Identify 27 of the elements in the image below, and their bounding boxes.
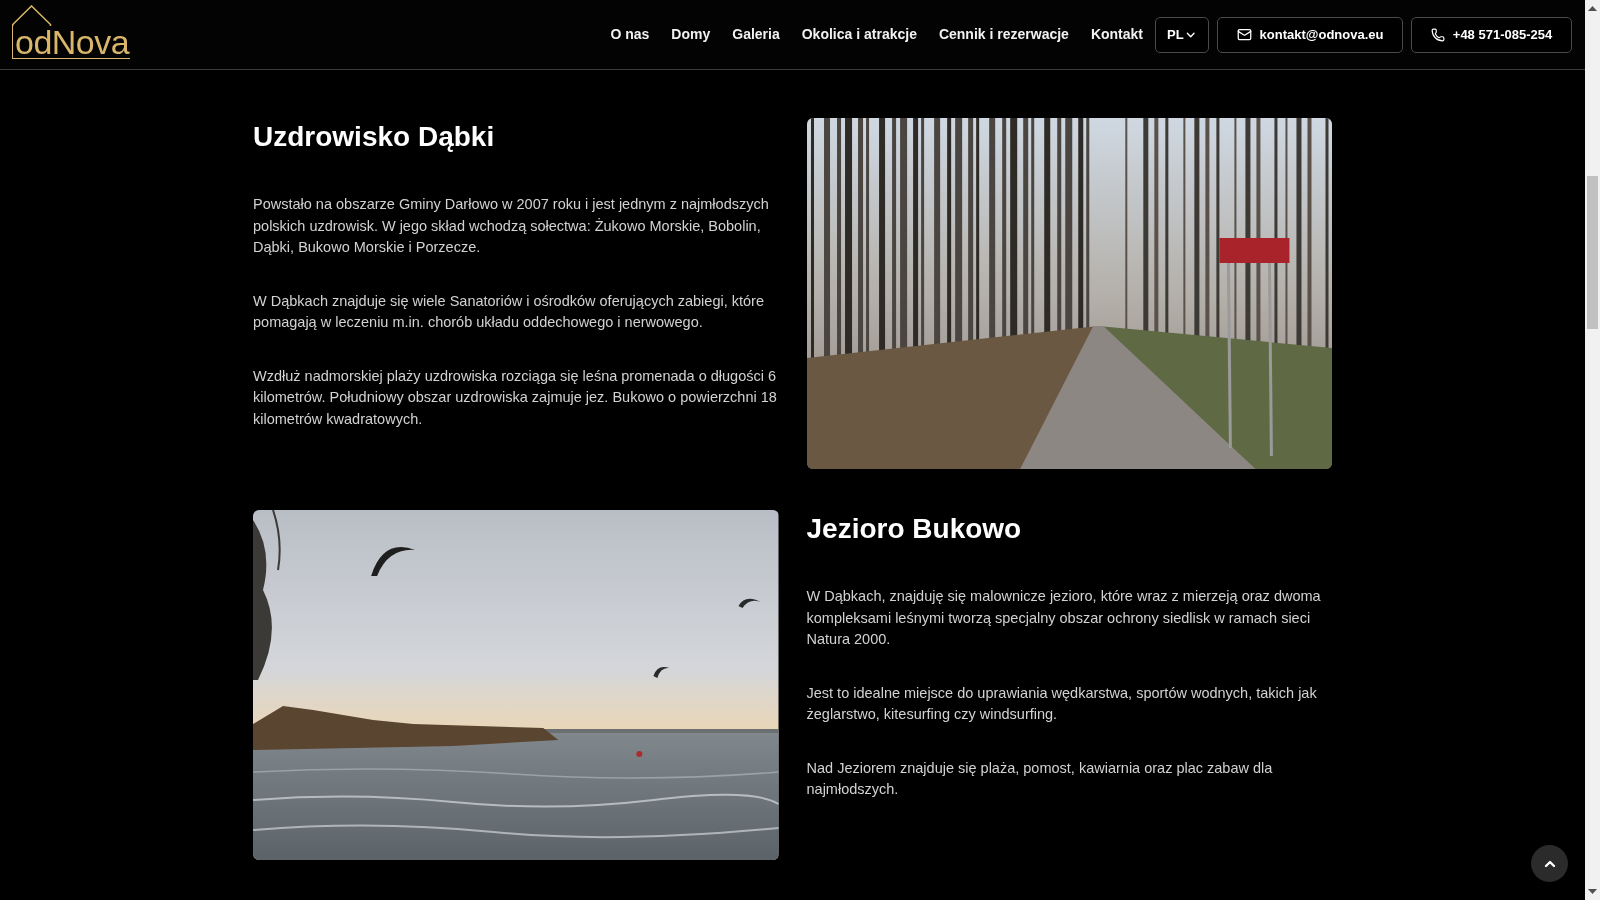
section-paragraph: W Dąbkach znajduje się wiele Sanatoriów i ośrodków oferujących zabiegi, które pomagają w leczeniu m.in. chorób układu oddechowego i nerwowego. — [253, 291, 765, 332]
nav-link[interactable]: Domy — [671, 24, 711, 45]
house-roof-icon — [12, 4, 52, 26]
section-heading: Jezioro Bukowo — [806, 512, 1023, 546]
scrollbar-thumb[interactable] — [1587, 176, 1598, 329]
section-paragraph: Powstało na obszarze Gminy Darłowo w 2007 roku i jest jednym z najmłodszych polskich uzdrowisk. W jego skład wchodzą sołectwa: Żukowo Morskie, Bobolin, Dąbki, Bukowo Morskie i Porzecze. — [253, 195, 770, 257]
language-select[interactable]: PL — [1155, 16, 1209, 53]
phone-button[interactable]: +48 571-085-254 — [1411, 16, 1572, 53]
envelope-icon — [1236, 27, 1252, 42]
email-button[interactable]: kontakt@odnova.eu — [1217, 16, 1403, 53]
scroll-up-arrow-icon[interactable] — [1588, 6, 1597, 11]
section-paragraph: Jest to idealne miejsce do uprawiania wędkarstwa, sportów wodnych, takich jak żeglarstwo, kitesurfing czy windsurfing. — [806, 683, 1318, 724]
section-paragraph: Nad Jeziorem znajduje się plaża, pomost, kawiarnia oraz plac zabaw dla najmłodszych. — [806, 758, 1274, 799]
logo-text: odNova — [12, 25, 131, 59]
section-paragraph: Wzdłuż nadmorskiej plaży uzdrowiska rozciąga się leśna promenada o długości 6 kilometrów. Południowy obszar uzdrowiska zajmuje jez. Bukowo o powierzchni 18 kilometrów kwadratowych. — [253, 366, 778, 429]
nav-link[interactable]: Okolica i atrakcje — [801, 24, 917, 45]
nav-link[interactable]: Galeria — [732, 24, 780, 45]
section-paragraph: W Dąbkach, znajduję się malownicze jezioro, które wraz z mierzeją oraz dwoma kompleksami leśnymi tworzą specjalny obszar ochrony siedlisk w ramach sieci Natura 2000. — [806, 587, 1322, 649]
phone-icon — [1430, 27, 1445, 42]
nav-link[interactable]: Cennik i rezerwacje — [938, 24, 1069, 45]
logo[interactable]: odNova — [12, 4, 136, 59]
nav-link[interactable]: Kontakt — [1090, 24, 1143, 45]
back-to-top-button[interactable] — [1531, 845, 1568, 882]
section-heading: Uzdrowisko Dąbki — [253, 120, 496, 154]
scrollbar-track[interactable] — [1585, 0, 1600, 900]
nav-link[interactable]: O nas — [610, 24, 650, 45]
scroll-down-arrow-icon[interactable] — [1588, 889, 1597, 894]
